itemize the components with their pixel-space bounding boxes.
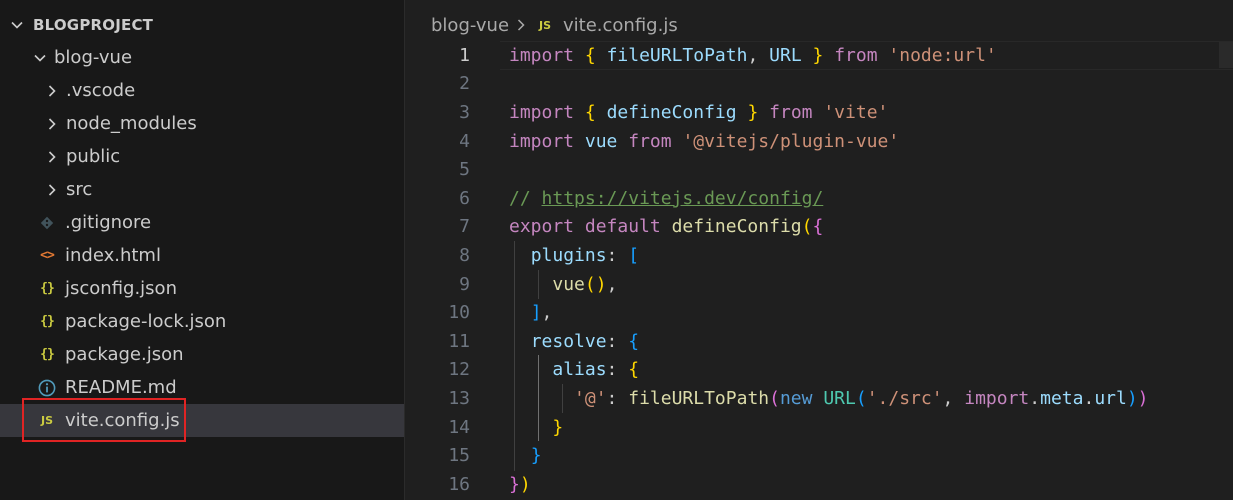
json-file-icon: {}: [40, 347, 55, 362]
code-text: // https://vitejs.dev/config/: [509, 187, 824, 209]
js-file-icon: JS: [539, 18, 552, 32]
code-line: 15 }: [406, 441, 1233, 470]
tree-folder-node-modules[interactable]: node_modules: [0, 107, 405, 140]
code-line: 8 plugins: [: [406, 241, 1233, 270]
line-number: 8: [459, 244, 470, 266]
tree-item-label: .gitignore: [65, 212, 152, 233]
code-text: alias: {: [552, 359, 640, 381]
line-number: 7: [459, 216, 470, 238]
explorer-root-folder[interactable]: BLOGPROJECT: [0, 8, 405, 41]
code-line: 5: [406, 155, 1233, 184]
tree-item-label: src: [66, 179, 93, 200]
line-number: 2: [459, 73, 470, 95]
git-file-icon: [37, 216, 57, 230]
chevron-right-icon: [43, 82, 61, 100]
breadcrumb: blog-vue JS vite.config.js: [431, 12, 678, 38]
code-line: 6 // https://vitejs.dev/config/: [406, 184, 1233, 213]
line-number: 11: [448, 330, 470, 352]
tree-item-label: jsconfig.json: [65, 278, 177, 299]
code-line: 2: [406, 70, 1233, 99]
line-number: 13: [448, 387, 470, 409]
code-text: }): [509, 473, 531, 495]
chevron-right-icon: [515, 17, 527, 33]
tree-file-vite-config[interactable]: JS vite.config.js: [0, 404, 405, 437]
chevron-down-icon: [31, 49, 49, 67]
comment-link[interactable]: https://vitejs.dev/config/: [542, 188, 824, 209]
info-file-icon: [37, 379, 57, 397]
tree-folder-src[interactable]: src: [0, 173, 405, 206]
line-number: 1: [459, 44, 470, 66]
tree-folder-blog-vue[interactable]: blog-vue: [0, 41, 405, 74]
json-file-icon: {}: [40, 314, 55, 329]
tree-file-package-lock[interactable]: {} package-lock.json: [0, 305, 405, 338]
code-line: 12 alias: {: [406, 356, 1233, 385]
code-line: 16 }): [406, 470, 1233, 499]
tree-folder-public[interactable]: public: [0, 140, 405, 173]
tree-file-index-html[interactable]: <> index.html: [0, 239, 405, 272]
code-text: import { defineConfig } from 'vite': [509, 101, 889, 123]
explorer-root-label: BLOGPROJECT: [33, 15, 154, 34]
code-line: 10 ],: [406, 298, 1233, 327]
code-text: import { fileURLToPath, URL } from 'node…: [509, 44, 997, 66]
tree-item-label: vite.config.js: [65, 410, 180, 431]
tree-file-jsconfig[interactable]: {} jsconfig.json: [0, 272, 405, 305]
line-number: 5: [459, 159, 470, 181]
line-number: 14: [448, 416, 470, 438]
code-text: ],: [530, 302, 553, 324]
code-text: export default defineConfig({: [509, 216, 824, 238]
code-line: 11 resolve: {: [406, 327, 1233, 356]
tree-item-label: node_modules: [66, 113, 197, 134]
code-line: 3 import { defineConfig } from 'vite': [406, 98, 1233, 127]
tree-item-label: .vscode: [66, 80, 136, 101]
code-text: import vue from '@vitejs/plugin-vue': [509, 130, 900, 152]
chevron-right-icon: [43, 148, 61, 166]
tree-file-readme[interactable]: README.md: [0, 371, 405, 404]
chevron-right-icon: [43, 181, 61, 199]
line-number: 16: [448, 473, 470, 495]
tree-item-label: public: [66, 146, 121, 167]
tree-file-gitignore[interactable]: .gitignore: [0, 206, 405, 239]
code-text: plugins: [: [530, 244, 640, 266]
chevron-down-icon: [8, 16, 26, 34]
json-file-icon: {}: [40, 281, 55, 296]
tree-item-label: README.md: [65, 377, 177, 398]
tree-item-label: package.json: [65, 344, 184, 365]
tree-item-label: index.html: [65, 245, 161, 266]
code-editor[interactable]: blog-vue JS vite.config.js 1 import { fi…: [406, 0, 1233, 500]
code-line: 4 import vue from '@vitejs/plugin-vue': [406, 127, 1233, 156]
tree-item-label: package-lock.json: [65, 311, 227, 332]
line-number: 4: [459, 130, 470, 152]
html-file-icon: <>: [40, 248, 55, 263]
line-number: 10: [448, 302, 470, 324]
code-line: 9 vue(),: [406, 270, 1233, 299]
code-text: '@': fileURLToPath(new URL('./src', impo…: [574, 387, 1149, 409]
line-number: 15: [448, 445, 470, 467]
line-number: 3: [459, 101, 470, 123]
tree-item-label: blog-vue: [54, 47, 133, 68]
code-text: }: [552, 416, 564, 438]
js-file-icon: JS: [40, 414, 53, 427]
code-line: 7 export default defineConfig({: [406, 213, 1233, 242]
code-text: vue(),: [552, 273, 618, 295]
code-text: resolve: {: [530, 330, 640, 352]
explorer-sidebar: BLOGPROJECT blog-vue .vscode node_module…: [0, 0, 405, 500]
line-number: 9: [459, 273, 470, 295]
line-number: 12: [448, 359, 470, 381]
line-number: 6: [459, 187, 470, 209]
tree-folder-vscode[interactable]: .vscode: [0, 74, 405, 107]
breadcrumb-file[interactable]: vite.config.js: [563, 15, 678, 36]
code-line: 13 '@': fileURLToPath(new URL('./src', i…: [406, 384, 1233, 413]
chevron-right-icon: [43, 115, 61, 133]
code-line: 14 }: [406, 413, 1233, 442]
code-text: }: [530, 445, 542, 467]
code-line: 1 import { fileURLToPath, URL } from 'no…: [406, 41, 1233, 70]
tree-file-package-json[interactable]: {} package.json: [0, 338, 405, 371]
breadcrumb-folder[interactable]: blog-vue: [431, 15, 509, 36]
